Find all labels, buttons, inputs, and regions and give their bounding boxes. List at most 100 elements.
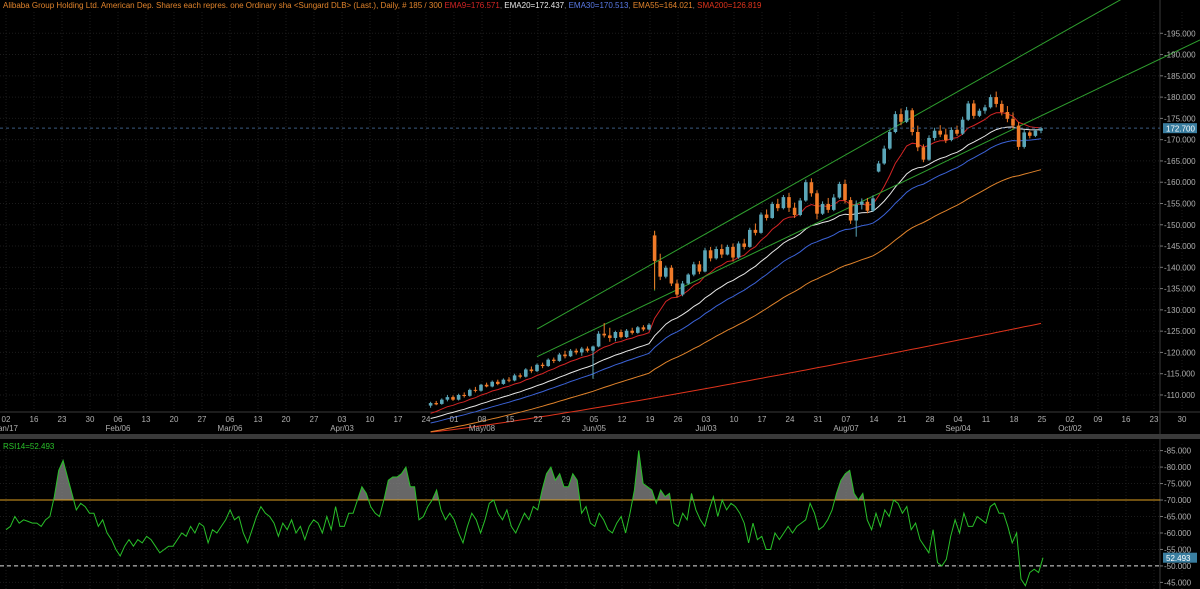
candle-body: [776, 203, 780, 209]
candle-body: [972, 103, 976, 116]
time-axis-day-label: 06: [226, 415, 235, 424]
time-axis-day-label: 30: [86, 415, 95, 424]
rsi-axis-label: -80.000: [1164, 463, 1192, 472]
time-axis-month-label: Mar/06: [218, 424, 243, 433]
candle-body: [636, 327, 640, 333]
rsi-last-label: 52.493: [1166, 554, 1191, 563]
candle-body: [904, 110, 909, 122]
candle-body: [445, 397, 450, 400]
pane-separator: [0, 434, 1200, 439]
candle-body: [473, 389, 478, 391]
price-axis-label: -155.000: [1164, 199, 1196, 208]
time-axis-month-label: Feb/06: [106, 424, 131, 433]
trend-channel: [536, 0, 1200, 358]
candle-body: [759, 214, 763, 233]
candle-body: [641, 327, 646, 330]
candle-body: [910, 110, 914, 132]
candle-body: [658, 260, 662, 277]
candle-body: [966, 103, 970, 120]
time-axis-day-label: 27: [310, 415, 319, 424]
candle-body: [888, 132, 892, 149]
candle-body: [832, 197, 836, 210]
time-axis-day-label: 28: [926, 415, 935, 424]
candle-body: [815, 193, 819, 214]
candle-body: [602, 333, 606, 336]
candle-body: [686, 274, 690, 284]
time-axis-day-label: 22: [534, 415, 543, 424]
candle-body: [731, 246, 735, 258]
candle-body: [792, 207, 797, 215]
time-axis: 02 16 23 30 06 13 20 27 06 13 20 27 03 10 17 24 01 08 15 22…: [0, 415, 1187, 433]
candle-body: [921, 147, 926, 160]
rsi-axis-label: -60.000: [1164, 529, 1192, 538]
time-axis-month-label: Jun/05: [582, 424, 607, 433]
candle-body: [552, 359, 556, 361]
price-axis-label: -180.000: [1164, 93, 1196, 102]
time-axis-day-label: 03: [702, 415, 711, 424]
time-axis-month-label: Jul/03: [695, 424, 717, 433]
time-axis-day-label: 11: [982, 415, 991, 424]
candle-body: [1005, 112, 1010, 119]
rsi-axis-label: -65.000: [1164, 513, 1192, 522]
time-axis-day-label: 17: [394, 415, 403, 424]
time-axis-day-label: 20: [282, 415, 291, 424]
time-axis-day-label: 01: [450, 415, 459, 424]
candle-body: [916, 132, 920, 148]
price-axis-label: -175.000: [1164, 114, 1196, 123]
candle-body: [725, 246, 730, 255]
price-axis-label: -195.000: [1164, 29, 1196, 38]
candle-body: [440, 399, 444, 404]
candle-body: [742, 243, 746, 247]
price-axis-label: -115.000: [1164, 370, 1196, 379]
candle-body: [720, 249, 724, 255]
candle-body: [524, 369, 528, 377]
price-axis-label: -130.000: [1164, 306, 1196, 315]
rsi-axis-label: -50.000: [1164, 562, 1192, 571]
candle-body: [955, 129, 959, 134]
candle-body: [804, 182, 808, 201]
candle-body: [613, 332, 618, 338]
candle-body: [507, 379, 511, 381]
candle-body: [669, 267, 674, 284]
candle-body: [512, 375, 517, 381]
candle-body: [501, 379, 506, 384]
candle-body: [647, 324, 651, 330]
rsi-axis-label: -85.000: [1164, 447, 1192, 456]
candle-body: [764, 214, 769, 218]
candle-body: [748, 229, 752, 247]
time-axis-day-label: 08: [478, 415, 487, 424]
candle-body: [456, 394, 461, 400]
candles: [428, 91, 1043, 408]
candle-body: [490, 381, 494, 387]
time-axis-day-label: 10: [730, 415, 739, 424]
candle-body: [932, 130, 937, 138]
time-axis-day-label: 16: [30, 415, 39, 424]
time-axis-day-label: 24: [422, 415, 431, 424]
candle-body: [944, 134, 948, 141]
candle-body: [652, 235, 657, 261]
chart-canvas[interactable]: 172.700-110.000-115.000-120.000-125.000-…: [0, 0, 1200, 589]
time-axis-month-label: Apr/03: [330, 424, 354, 433]
ema9-line: [430, 112, 1042, 414]
time-axis-month-label: Aug/07: [833, 424, 859, 433]
last-price-label: 172.700: [1166, 125, 1195, 134]
candle-body: [876, 163, 881, 172]
candle-body: [770, 203, 774, 218]
ema30-line: [430, 138, 1042, 424]
candle-body: [680, 283, 685, 295]
candle-body: [983, 107, 987, 111]
time-axis-day-label: 13: [142, 415, 151, 424]
time-axis-day-label: 07: [842, 415, 851, 424]
time-axis-day-label: 25: [1038, 415, 1047, 424]
candle-body: [697, 264, 702, 272]
candle-body: [854, 204, 858, 221]
candle-body: [871, 198, 875, 211]
time-axis-day-label: 16: [1122, 415, 1131, 424]
candle-body: [994, 97, 998, 104]
candle-body: [809, 182, 814, 194]
time-axis-month-label: May/08: [469, 424, 496, 433]
candle-body: [798, 200, 802, 215]
candle-body: [664, 267, 668, 277]
candle-body: [557, 354, 562, 361]
rsi-axis-label: -75.000: [1164, 480, 1192, 489]
